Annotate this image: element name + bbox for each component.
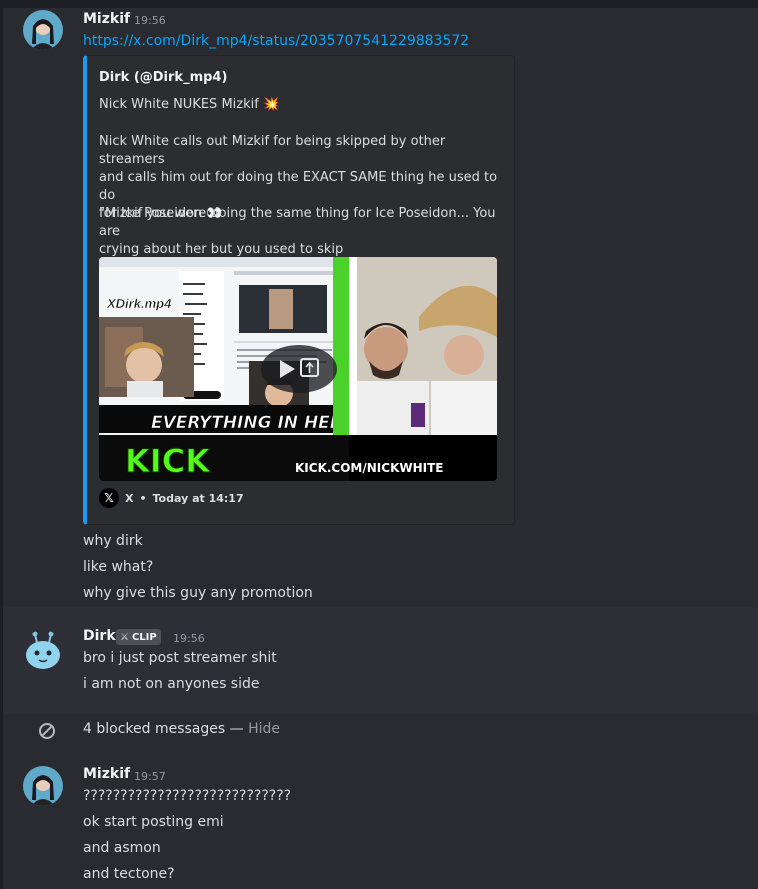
hide-blocked-button[interactable]: Hide [248, 721, 280, 737]
blocked-separator: — [229, 721, 244, 737]
blocked-count: 4 blocked messages [83, 721, 226, 737]
message-text: and tectone? [83, 866, 175, 882]
message-text: like what? [83, 559, 154, 575]
avatar-mizkif[interactable] [23, 10, 63, 50]
timestamp: 19:57 [134, 770, 166, 783]
embed-desc-line: and calls him out for doing the EXACT SA… [99, 170, 498, 203]
video-thumbnail-art: XDirk.mp4 EVERYTHING IN HER KICK KICK.CO… [99, 257, 497, 481]
footer-separator: • [139, 491, 147, 505]
avatar-mizkif[interactable] [23, 766, 63, 806]
embed-footer-source: X [125, 491, 134, 505]
message-text: why give this guy any promotion [83, 585, 313, 601]
username-mizkif[interactable]: Mizkif [83, 766, 130, 782]
embed-title-line: Nick White NUKES Mizkif 💥 [99, 96, 499, 114]
timestamp: 19:56 [134, 14, 166, 27]
username-dirk[interactable]: Dirk [83, 628, 116, 644]
embed-footer: 𝕏 X • Today at 14:17 [99, 488, 244, 508]
message-text: why dirk [83, 533, 143, 549]
message-text: bro i just post streamer shit [83, 650, 277, 666]
embed-desc-line: Nick White calls out Mizkif for being sk… [99, 134, 446, 167]
blocked-icon [39, 723, 55, 739]
top-edge-bar [0, 0, 758, 8]
embed-footer-time: Today at 14:17 [152, 491, 244, 505]
message-link-line: https://x.com/Dirk_mp4/status/2035707541… [83, 33, 469, 49]
sword-icon: ⚔ [120, 631, 129, 643]
tweet-link[interactable]: https://x.com/Dirk_mp4/status/2035707541… [83, 33, 469, 49]
message-text: i am not on anyones side [83, 676, 260, 692]
avatar-dirk[interactable] [23, 630, 63, 670]
embed-title: Nick White NUKES Mizkif [99, 97, 259, 112]
thumbnail-watermark: XDirk.mp4 [106, 296, 172, 311]
thumbnail-caption: EVERYTHING IN HER [151, 413, 343, 433]
role-badge-label: CLIP [131, 631, 157, 643]
x-logo-icon: 𝕏 [99, 488, 119, 508]
link-embed: Dirk (@Dirk_mp4) Nick White NUKES Mizkif… [83, 55, 515, 525]
message-text: ok start posting emi [83, 814, 224, 830]
blocked-messages-notice: 4 blocked messages — Hide [83, 721, 280, 737]
username-mizkif[interactable]: Mizkif [83, 11, 130, 27]
timestamp: 19:56 [173, 632, 205, 645]
role-badge[interactable]: ⚔ CLIP [116, 629, 161, 645]
thumbnail-kick-logo: KICK [125, 442, 211, 480]
embed-author[interactable]: Dirk (@Dirk_mp4) [99, 70, 227, 85]
message-text: ???????????????????????????? [83, 788, 292, 804]
embed-quote: "Mizkif you were doing the same thing fo… [99, 205, 499, 259]
embed-quote-line: "Mizkif you were doing the same thing fo… [99, 206, 496, 239]
explosion-emoji-icon: 💥 [262, 97, 280, 112]
thumbnail-url: KICK.COM/NICKWHITE [295, 461, 444, 475]
embed-video-thumbnail[interactable]: XDirk.mp4 EVERYTHING IN HER KICK KICK.CO… [99, 257, 497, 481]
message-text: and asmon [83, 840, 161, 856]
